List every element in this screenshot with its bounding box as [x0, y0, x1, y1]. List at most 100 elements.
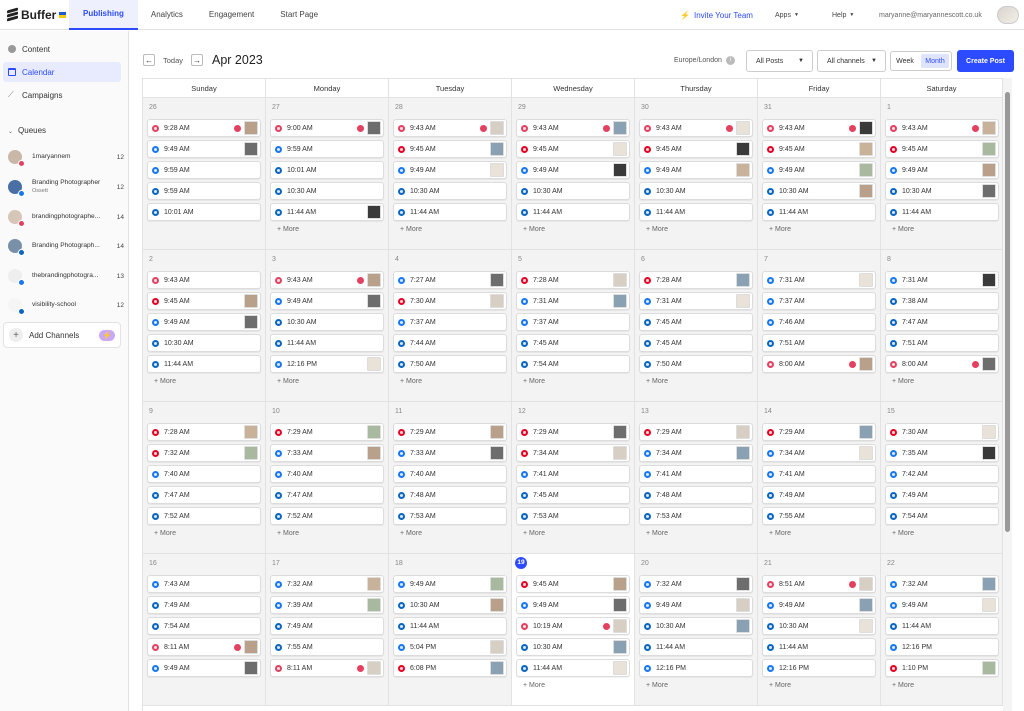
- more-posts-link[interactable]: + More: [892, 226, 914, 233]
- more-posts-link[interactable]: + More: [769, 226, 791, 233]
- scheduled-post[interactable]: 7:45 AM: [516, 486, 630, 504]
- calendar-day-cell[interactable]: 26 9:28 AM 9:49 AM 9:59 AM 9:59 AM 10:01 AM: [143, 98, 266, 250]
- scheduled-post[interactable]: 7:45 AM: [516, 334, 630, 352]
- more-posts-link[interactable]: + More: [400, 378, 422, 385]
- more-posts-link[interactable]: + More: [769, 682, 791, 689]
- scheduled-post[interactable]: 10:01 AM: [270, 161, 384, 179]
- calendar-day-cell[interactable]: 30 9:43 AM 9:45 AM 9:49 AM 10:30 AM 11:44 AM +…: [635, 98, 758, 250]
- calendar-day-cell[interactable]: 28 9:43 AM 9:45 AM 9:49 AM 10:30 AM 11:44 AM +…: [389, 98, 512, 250]
- account-avatar[interactable]: [997, 6, 1019, 24]
- calendar-day-cell[interactable]: 15 7:30 AM 7:35 AM 7:42 AM 7:49 AM 7:54 AM + M…: [881, 402, 1003, 554]
- scheduled-post[interactable]: 7:54 AM: [885, 507, 999, 525]
- scheduled-post[interactable]: 1:10 PM: [885, 659, 999, 677]
- more-posts-link[interactable]: + More: [523, 378, 545, 385]
- scheduled-post[interactable]: 9:49 AM: [639, 596, 753, 614]
- scheduled-post[interactable]: 11:44 AM: [885, 203, 999, 221]
- scheduled-post[interactable]: 6:08 PM: [393, 659, 507, 677]
- scheduled-post[interactable]: 9:49 AM: [885, 161, 999, 179]
- scheduled-post[interactable]: 9:00 AM: [270, 119, 384, 137]
- scheduled-post[interactable]: 10:30 AM: [639, 182, 753, 200]
- add-channels-button[interactable]: + Add Channels ⚡: [3, 322, 121, 348]
- scheduled-post[interactable]: 7:34 AM: [639, 444, 753, 462]
- scheduled-post[interactable]: 11:44 AM: [762, 203, 876, 221]
- calendar-day-cell[interactable]: 22 7:32 AM 9:49 AM 11:44 AM 12:16 PM 1:10 PM +…: [881, 554, 1003, 706]
- scheduled-post[interactable]: 7:55 AM: [270, 638, 384, 656]
- scheduled-post[interactable]: 9:43 AM: [885, 119, 999, 137]
- scheduled-post[interactable]: 7:37 AM: [762, 292, 876, 310]
- calendar-day-cell[interactable]: 10 7:29 AM 7:33 AM 7:40 AM 7:47 AM 7:52 AM + M…: [266, 402, 389, 554]
- queue-item[interactable]: thebrandingphotogra... 13: [8, 266, 124, 286]
- scheduled-post[interactable]: 7:53 AM: [516, 507, 630, 525]
- scheduled-post[interactable]: 9:49 AM: [393, 575, 507, 593]
- scheduled-post[interactable]: 7:51 AM: [762, 334, 876, 352]
- sidebar-item-content[interactable]: Content: [3, 39, 121, 59]
- scheduled-post[interactable]: 10:30 AM: [147, 334, 261, 352]
- calendar-day-cell[interactable]: 2 9:43 AM 9:45 AM 9:49 AM 10:30 AM 11:44 AM + …: [143, 250, 266, 402]
- queues-heading[interactable]: ⌄ Queues: [8, 126, 46, 135]
- scheduled-post[interactable]: 10:30 AM: [393, 182, 507, 200]
- scheduled-post[interactable]: 10:30 AM: [270, 182, 384, 200]
- scheduled-post[interactable]: 12:16 PM: [639, 659, 753, 677]
- scheduled-post[interactable]: 9:45 AM: [516, 575, 630, 593]
- calendar-day-cell[interactable]: 17 7:32 AM 7:39 AM 7:49 AM 7:55 AM 8:11 AM: [266, 554, 389, 706]
- more-posts-link[interactable]: + More: [277, 530, 299, 537]
- scheduled-post[interactable]: 7:32 AM: [270, 575, 384, 593]
- more-posts-link[interactable]: + More: [646, 682, 668, 689]
- sidebar-item-campaigns[interactable]: ⟋ Campaigns: [3, 85, 121, 105]
- scheduled-post[interactable]: 7:33 AM: [270, 444, 384, 462]
- scheduled-post[interactable]: 9:43 AM: [639, 119, 753, 137]
- scheduled-post[interactable]: 7:47 AM: [147, 486, 261, 504]
- scheduled-post[interactable]: 7:37 AM: [393, 313, 507, 331]
- more-posts-link[interactable]: + More: [154, 378, 176, 385]
- tab-publishing[interactable]: Publishing: [69, 0, 138, 30]
- more-posts-link[interactable]: + More: [400, 226, 422, 233]
- scheduled-post[interactable]: 10:19 AM: [516, 617, 630, 635]
- scheduled-post[interactable]: 11:44 AM: [639, 203, 753, 221]
- scheduled-post[interactable]: 10:30 AM: [393, 596, 507, 614]
- scheduled-post[interactable]: 9:49 AM: [516, 161, 630, 179]
- scheduled-post[interactable]: 9:45 AM: [393, 140, 507, 158]
- scheduled-post[interactable]: 7:28 AM: [147, 423, 261, 441]
- month-view-button[interactable]: Month: [921, 54, 949, 68]
- scheduled-post[interactable]: 7:45 AM: [639, 334, 753, 352]
- scheduled-post[interactable]: 9:45 AM: [147, 292, 261, 310]
- scheduled-post[interactable]: 7:49 AM: [270, 617, 384, 635]
- scheduled-post[interactable]: 8:51 AM: [762, 575, 876, 593]
- scheduled-post[interactable]: 11:44 AM: [147, 355, 261, 373]
- scheduled-post[interactable]: 7:47 AM: [270, 486, 384, 504]
- week-view-button[interactable]: Week: [891, 52, 919, 70]
- scheduled-post[interactable]: 9:49 AM: [270, 292, 384, 310]
- calendar-day-cell[interactable]: 12 7:29 AM 7:34 AM 7:41 AM 7:45 AM 7:53 AM + M…: [512, 402, 635, 554]
- all-posts-dropdown[interactable]: All Posts ▼: [746, 50, 813, 72]
- scheduled-post[interactable]: 9:59 AM: [147, 161, 261, 179]
- queue-item[interactable]: visibility-school 12: [8, 295, 124, 315]
- scheduled-post[interactable]: 9:49 AM: [885, 596, 999, 614]
- calendar-day-cell[interactable]: 18 9:49 AM 10:30 AM 11:44 AM 5:04 PM 6:08 PM: [389, 554, 512, 706]
- more-posts-link[interactable]: + More: [523, 530, 545, 537]
- buffer-logo[interactable]: Buffer: [0, 8, 69, 22]
- calendar-day-cell[interactable]: 7 7:31 AM 7:37 AM 7:46 AM 7:51 AM 8:00 AM: [758, 250, 881, 402]
- scheduled-post[interactable]: 11:44 AM: [393, 617, 507, 635]
- scheduled-post[interactable]: 7:29 AM: [639, 423, 753, 441]
- scheduled-post[interactable]: 11:44 AM: [393, 203, 507, 221]
- scheduled-post[interactable]: 10:30 AM: [516, 638, 630, 656]
- calendar-day-cell[interactable]: 11 7:29 AM 7:33 AM 7:40 AM 7:48 AM 7:53 AM + M…: [389, 402, 512, 554]
- more-posts-link[interactable]: + More: [277, 378, 299, 385]
- more-posts-link[interactable]: + More: [646, 378, 668, 385]
- scheduled-post[interactable]: 9:49 AM: [147, 659, 261, 677]
- scheduled-post[interactable]: 9:49 AM: [147, 313, 261, 331]
- scheduled-post[interactable]: 7:34 AM: [516, 444, 630, 462]
- all-channels-dropdown[interactable]: All channels ▼: [817, 50, 886, 72]
- scheduled-post[interactable]: 7:27 AM: [393, 271, 507, 289]
- calendar-day-cell[interactable]: 29 9:43 AM 9:45 AM 9:49 AM 10:30 AM 11:44 AM +…: [512, 98, 635, 250]
- scheduled-post[interactable]: 7:31 AM: [639, 292, 753, 310]
- scheduled-post[interactable]: 7:50 AM: [393, 355, 507, 373]
- invite-team-button[interactable]: ⚡ Invite Your Team: [680, 0, 753, 30]
- scheduled-post[interactable]: 7:35 AM: [885, 444, 999, 462]
- more-posts-link[interactable]: + More: [154, 530, 176, 537]
- scheduled-post[interactable]: 7:46 AM: [762, 313, 876, 331]
- queue-item[interactable]: brandingphotographe... 14: [8, 207, 124, 227]
- scheduled-post[interactable]: 9:45 AM: [516, 140, 630, 158]
- more-posts-link[interactable]: + More: [892, 530, 914, 537]
- scheduled-post[interactable]: 9:49 AM: [639, 161, 753, 179]
